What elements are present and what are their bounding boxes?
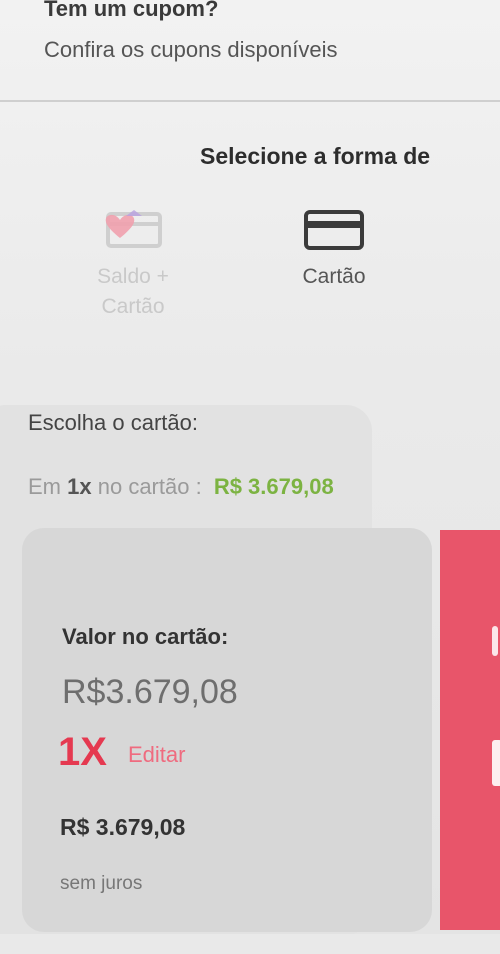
installment-price: R$ 3.679,08 — [213, 474, 334, 499]
card-mark — [492, 626, 498, 656]
bottom-strip — [0, 934, 500, 954]
card-value-amount: R$3.679,08 — [62, 673, 238, 711]
payment-method-card[interactable]: Cartão — [282, 208, 386, 292]
installment-summary: Em 1x no cartão : R$ 3.679,08 — [28, 474, 334, 500]
coupon-link[interactable]: Confira os cupons disponíveis — [44, 37, 338, 63]
next-card-preview[interactable] — [440, 530, 500, 930]
installment-suffix: no cartão : — [97, 474, 202, 499]
method-label-line2: Cartão — [101, 295, 165, 318]
method-label: Cartão — [302, 265, 366, 288]
payment-method-balance-card[interactable]: Saldo + Cartão — [76, 208, 190, 322]
checkout-page: Tem um cupom? Confira os cupons disponív… — [0, 0, 500, 954]
installment-count: 1x — [67, 474, 92, 499]
card-total: R$ 3.679,08 — [60, 814, 186, 840]
card-choice-title: Escolha o cartão: — [28, 410, 198, 435]
card-value-label: Valor no cartão: — [62, 624, 229, 649]
interest-note: sem juros — [60, 873, 143, 894]
installments-count: 1X — [58, 730, 107, 774]
payment-section-title: Selecione a forma de — [200, 143, 431, 169]
installment-prefix: Em — [28, 474, 61, 499]
credit-card-icon — [304, 210, 364, 250]
balance-card-icon — [105, 210, 162, 248]
method-label-line1: Saldo + — [97, 265, 169, 288]
coupon-section[interactable]: Tem um cupom? Confira os cupons disponív… — [0, 0, 500, 102]
card-mark — [492, 740, 500, 786]
edit-installments-link[interactable]: Editar — [128, 742, 185, 768]
coupon-title: Tem um cupom? — [44, 0, 219, 21]
